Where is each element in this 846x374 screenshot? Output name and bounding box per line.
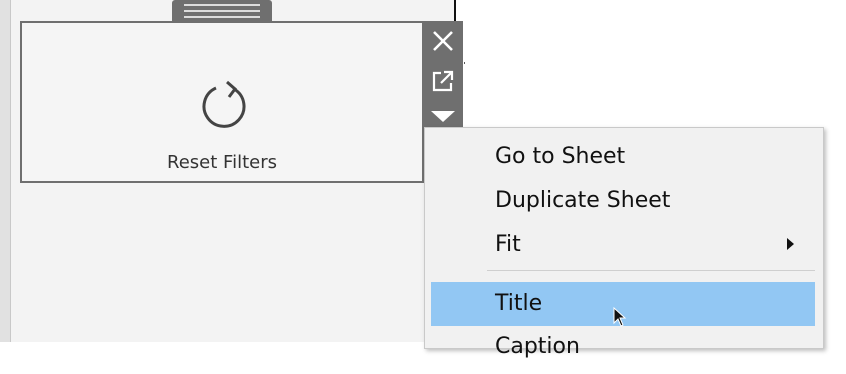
menu-separator	[487, 270, 815, 271]
menu-item-label: Go to Sheet	[495, 144, 626, 169]
canvas-tick	[464, 62, 465, 64]
menu-item-label: Duplicate Sheet	[495, 188, 671, 213]
reset-icon	[202, 80, 246, 128]
menu-item-caption[interactable]: Caption	[425, 332, 823, 374]
close-button[interactable]	[423, 23, 463, 59]
close-icon	[433, 31, 453, 51]
menu-item-fit[interactable]: Fit	[425, 224, 823, 266]
menu-item-duplicate-sheet[interactable]: Duplicate Sheet	[425, 180, 823, 222]
menu-item-label: Fit	[495, 232, 521, 257]
submenu-arrow-icon	[787, 238, 794, 250]
more-options-arrow-icon	[431, 111, 455, 122]
menu-item-label: Caption	[495, 334, 580, 359]
drag-grip-handle[interactable]	[172, 0, 272, 22]
menu-item-go-to-sheet[interactable]: Go to Sheet	[425, 136, 823, 178]
object-toolbar	[423, 21, 463, 127]
grip-line	[184, 16, 260, 18]
canvas-divider	[454, 0, 456, 22]
left-scroll-strip	[0, 0, 11, 342]
more-options-button[interactable]	[423, 105, 463, 127]
popout-icon	[432, 70, 454, 92]
popout-button[interactable]	[423, 65, 463, 97]
menu-item-label: Title	[495, 291, 543, 316]
grip-line	[184, 4, 260, 6]
reset-filters-button[interactable]: Reset Filters	[20, 21, 425, 183]
grip-line	[184, 10, 260, 12]
mouse-pointer-icon	[613, 307, 627, 327]
reset-filters-label: Reset Filters	[167, 152, 277, 173]
